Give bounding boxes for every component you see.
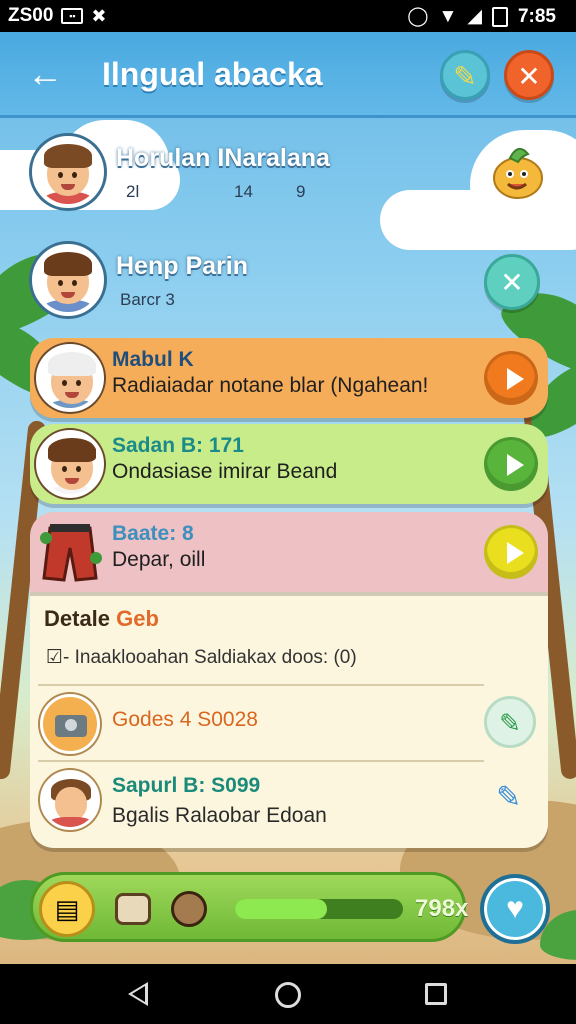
details-row-title: Godes 4 S0028	[112, 708, 258, 731]
nav-back-button[interactable]	[128, 982, 148, 1006]
collapse-button[interactable]: ✕	[484, 254, 540, 310]
signal-icon: ◢	[467, 6, 482, 27]
system-nav-bar	[0, 964, 576, 1024]
status-bar: ZS00 ▪▪ ✖ ◯ ▼ ◢ 7:85	[0, 0, 576, 32]
edit-button[interactable]: ✎	[440, 50, 490, 100]
nav-recents-button[interactable]	[425, 983, 447, 1005]
contact-name: Horulan INaralana	[116, 144, 330, 172]
bottom-toolbar: ▤ 798x	[30, 872, 469, 942]
divider	[38, 760, 484, 762]
carrier-label: ZS00	[8, 5, 54, 26]
close-icon: ✕	[517, 61, 541, 92]
chat-button[interactable]	[115, 893, 151, 925]
score-label: 798x	[415, 895, 469, 922]
contact-meta: 9	[296, 182, 306, 201]
lesson-card[interactable]: Sadan B: 171 Ondasiase imirar Beand	[30, 424, 548, 504]
page-title: Ilngual abacka	[102, 56, 323, 92]
card-title: Baate: 8	[112, 522, 194, 545]
card-subtitle: Depar, oill	[112, 548, 206, 571]
details-heading-accent: Geb	[116, 606, 159, 631]
arrow-left-icon: ←	[27, 53, 63, 94]
avatar	[36, 344, 104, 412]
arrows-in-icon: ✕	[500, 267, 524, 298]
play-button[interactable]	[484, 525, 538, 579]
alarm-icon: ◯	[407, 6, 429, 27]
close-button[interactable]: ✕	[504, 50, 554, 100]
pencil-icon: ✎	[453, 61, 477, 92]
details-heading-text: Detale	[44, 606, 111, 631]
card-title: Sadan B: 171	[112, 434, 244, 457]
edit-row-button[interactable]: ✎	[496, 780, 521, 815]
progress-fill	[235, 899, 328, 919]
contact-row[interactable]: Horulan INaralana 2l 14 9	[28, 130, 528, 216]
heart-icon: ♥	[506, 892, 524, 925]
cards-button[interactable]: ▤	[39, 881, 95, 937]
fruit-mascot-icon	[493, 147, 543, 199]
progress-bar	[235, 899, 403, 919]
avatar	[40, 770, 100, 830]
divider	[38, 684, 484, 686]
contact-meta: 2l	[126, 182, 140, 201]
wifi-icon: ▼	[438, 5, 458, 27]
favorite-button[interactable]: ♥	[480, 874, 550, 944]
notification-icon: ✖	[91, 5, 107, 26]
card-title: Mabul K	[112, 348, 194, 371]
card-subtitle: Radiaiadar notane blar (Ngahean!	[112, 374, 429, 397]
details-description: ☑- Inaaklooahan Saldiakax doos: (0)	[46, 647, 357, 668]
details-panel: Detale Geb ☑- Inaaklooahan Saldiakax doo…	[30, 584, 548, 848]
pencil-icon: ✎	[499, 708, 521, 738]
contact-meta: Barcr 3	[120, 290, 175, 309]
battery-icon	[491, 6, 508, 27]
details-heading: Detale Geb	[44, 606, 159, 632]
lesson-card-selected[interactable]: Baate: 8 Depar, oill	[30, 512, 548, 592]
contact-meta: 14	[234, 182, 253, 201]
pants-icon	[40, 524, 102, 582]
details-row-title: Sapurl B: S099	[112, 774, 261, 797]
play-button[interactable]	[484, 437, 538, 491]
details-row-subtitle: Bgalis Ralaobar Edoan	[112, 804, 327, 827]
contact-name: Henp Parin	[116, 252, 248, 280]
cards-icon: ▤	[54, 894, 80, 924]
avatar	[36, 430, 104, 498]
camera-icon	[40, 694, 100, 754]
pen-icon: ✎	[496, 781, 522, 814]
edit-row-button[interactable]: ✎	[484, 696, 536, 748]
mascot-face-icon	[171, 891, 207, 927]
avatar	[32, 136, 104, 208]
contact-row[interactable]: Henp Parin Barcr 3 ✕	[28, 238, 540, 324]
notification-icon: ▪▪	[61, 8, 84, 24]
clock: 7:85	[517, 5, 556, 27]
play-button[interactable]	[484, 351, 538, 405]
avatar	[32, 244, 104, 316]
lesson-card[interactable]: Mabul K Radiaiadar notane blar (Ngahean!	[30, 338, 548, 418]
nav-home-button[interactable]	[275, 982, 301, 1008]
back-button[interactable]: ←	[22, 54, 68, 94]
card-subtitle: Ondasiase imirar Beand	[112, 460, 338, 483]
app-header: ← Ilngual abacka ✎ ✕	[0, 32, 576, 118]
